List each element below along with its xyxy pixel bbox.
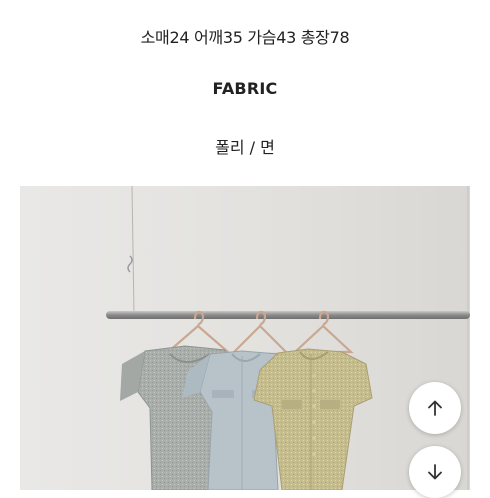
fabric-heading: FABRIC	[212, 79, 278, 98]
scroll-down-button[interactable]	[409, 446, 461, 498]
scroll-up-button[interactable]	[409, 382, 461, 434]
size-measurements: 소매24 어깨35 가슴43 총장78	[140, 28, 350, 47]
arrow-down-icon	[428, 464, 442, 480]
product-photo	[20, 186, 470, 490]
arrow-up-icon	[428, 400, 442, 416]
fabric-composition: 폴리 / 면	[215, 138, 275, 157]
product-photo-illustration	[20, 186, 470, 490]
